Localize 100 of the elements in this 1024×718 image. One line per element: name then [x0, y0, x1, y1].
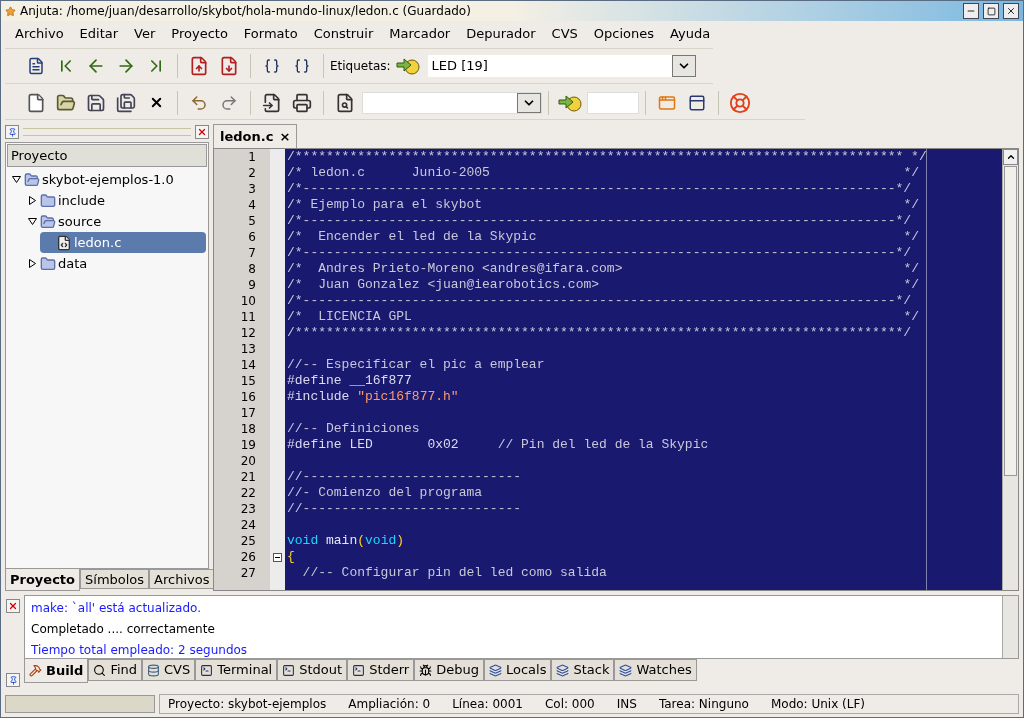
output-tab[interactable]: Stdout: [277, 659, 348, 681]
line-number: 13: [239, 341, 257, 357]
code-text: /* ledon.c Junio-2005: [287, 165, 490, 181]
output-tab[interactable]: Find: [88, 659, 143, 681]
close-panel-button[interactable]: [6, 599, 20, 613]
code-text: //----------------------------: [287, 469, 522, 485]
menu-item[interactable]: Editar: [71, 24, 127, 44]
line-number: 27: [239, 565, 257, 581]
printer-icon: [292, 92, 312, 113]
menu-item[interactable]: CVS: [543, 24, 586, 44]
dock-button[interactable]: [6, 673, 20, 687]
tree-item[interactable]: skybot-ejemplos-1.0: [8, 169, 206, 190]
page-arrow-icon: [262, 92, 282, 113]
dropdown-button[interactable]: [672, 55, 696, 77]
status-field: Ampliación: 0: [348, 695, 431, 713]
maximize-button[interactable]: [983, 3, 999, 19]
close-icon: [8, 601, 18, 611]
page-down-icon: [219, 56, 239, 76]
code-editor[interactable]: [213, 148, 1019, 591]
tree-item-label: include: [58, 191, 106, 210]
code-text: /* Encender el led de la Skypic: [287, 229, 537, 245]
comment-close: */: [903, 277, 919, 293]
tree-item[interactable]: source: [24, 211, 206, 232]
menu-item[interactable]: Ver: [126, 24, 164, 44]
output-tab[interactable]: Watches: [614, 659, 697, 681]
line-number: 3: [247, 181, 257, 197]
vertical-scrollbar[interactable]: [1002, 149, 1018, 590]
folder-icon: [40, 255, 56, 272]
comment-close: */: [903, 165, 919, 181]
arrow-circle-icon: [394, 56, 421, 76]
file-icon: [56, 234, 72, 251]
braces-icon: [264, 58, 280, 74]
menu-item[interactable]: Opciones: [585, 24, 663, 44]
code-text: /* LICENCIA GPL: [287, 309, 412, 325]
output-tab[interactable]: Stack: [551, 659, 615, 681]
status-field: Proyecto: skybot-ejemplos: [168, 695, 327, 713]
close-icon: [197, 127, 207, 137]
braces-icon: [294, 58, 310, 74]
menu-item[interactable]: Ayuda: [662, 24, 719, 44]
line-number: 8: [247, 261, 257, 277]
line-number: 10: [239, 293, 257, 309]
arrow-circle-icon: [557, 92, 583, 113]
code-text: #define __16f877: [287, 373, 412, 389]
menu-item[interactable]: Marcador: [381, 24, 459, 44]
code-text: //-- Definiciones: [287, 421, 420, 437]
panel-tab[interactable]: Archivos: [149, 569, 215, 589]
output-tab[interactable]: Locals: [483, 659, 552, 681]
output-tab[interactable]: Terminal: [195, 659, 278, 681]
line-number-field[interactable]: [587, 91, 639, 114]
minimize-button[interactable]: [963, 3, 979, 19]
bug-icon: [419, 663, 433, 677]
tab-label: ledon.c: [220, 127, 274, 146]
dropdown-button[interactable]: [517, 92, 541, 113]
tree-item[interactable]: data: [24, 253, 206, 274]
line-number: 17: [239, 405, 257, 421]
close-panel-button[interactable]: [195, 125, 209, 139]
redo-icon: [220, 93, 238, 112]
blank-page-icon: [26, 92, 46, 113]
tree-item-label: data: [58, 254, 88, 273]
code-text: /*----------------------------------------------------------------------------*/: [287, 213, 912, 229]
output-tab[interactable]: Build: [24, 659, 89, 683]
dock-button[interactable]: [5, 125, 19, 139]
message-line: Completado .... correctamente: [31, 621, 216, 638]
tab-close-button[interactable]: ×: [279, 126, 291, 147]
menu-item[interactable]: Depurador: [458, 24, 544, 44]
line-number: 22: [239, 485, 257, 501]
pin-icon: [8, 675, 18, 685]
comment-close: */: [903, 229, 919, 245]
status-field: Col: 000: [544, 695, 595, 713]
tags-label: Etiquetas:: [330, 58, 391, 75]
panel-tab[interactable]: Símbolos: [80, 569, 150, 589]
menu-item[interactable]: Formato: [235, 24, 306, 44]
output-tab[interactable]: CVS: [142, 659, 196, 681]
search-combo[interactable]: [362, 91, 542, 114]
close-button[interactable]: [1003, 3, 1019, 19]
editor-tab[interactable]: ledon.c ×: [213, 124, 298, 148]
collapsed-triangle-icon: [27, 196, 37, 205]
open-folder-icon: [24, 171, 40, 188]
column-header[interactable]: Proyecto: [7, 144, 207, 167]
menu-item[interactable]: Construir: [305, 24, 382, 44]
line-number: 19: [239, 437, 257, 453]
line-number: 18: [239, 421, 257, 437]
search-icon: [93, 663, 107, 677]
tree-item[interactable]: ledon.c: [40, 232, 206, 253]
menu-item[interactable]: Archivo: [7, 24, 72, 44]
code-text: /******************************************************************************/: [287, 325, 912, 341]
fold-marker-icon[interactable]: [273, 552, 282, 562]
drag-handle[interactable]: [23, 128, 191, 136]
code-text: /* Andres Prieto-Moreno <andres@ifara.com>: [287, 261, 623, 277]
layers-icon: [619, 663, 633, 677]
window-icon: [658, 93, 676, 112]
output-tab[interactable]: Stderr: [347, 659, 415, 681]
line-number: 16: [239, 389, 257, 405]
menu-item[interactable]: Proyecto: [163, 24, 236, 44]
vertical-scrollbar[interactable]: [1002, 596, 1018, 658]
tree-item[interactable]: include: [24, 190, 206, 211]
panel-tab[interactable]: Proyecto: [5, 569, 80, 591]
tags-combo[interactable]: LED [19]: [426, 54, 697, 78]
output-tab[interactable]: Debug: [414, 659, 484, 681]
code-text: /* Juan Gonzalez <juan@iearobotics.com>: [287, 277, 600, 293]
